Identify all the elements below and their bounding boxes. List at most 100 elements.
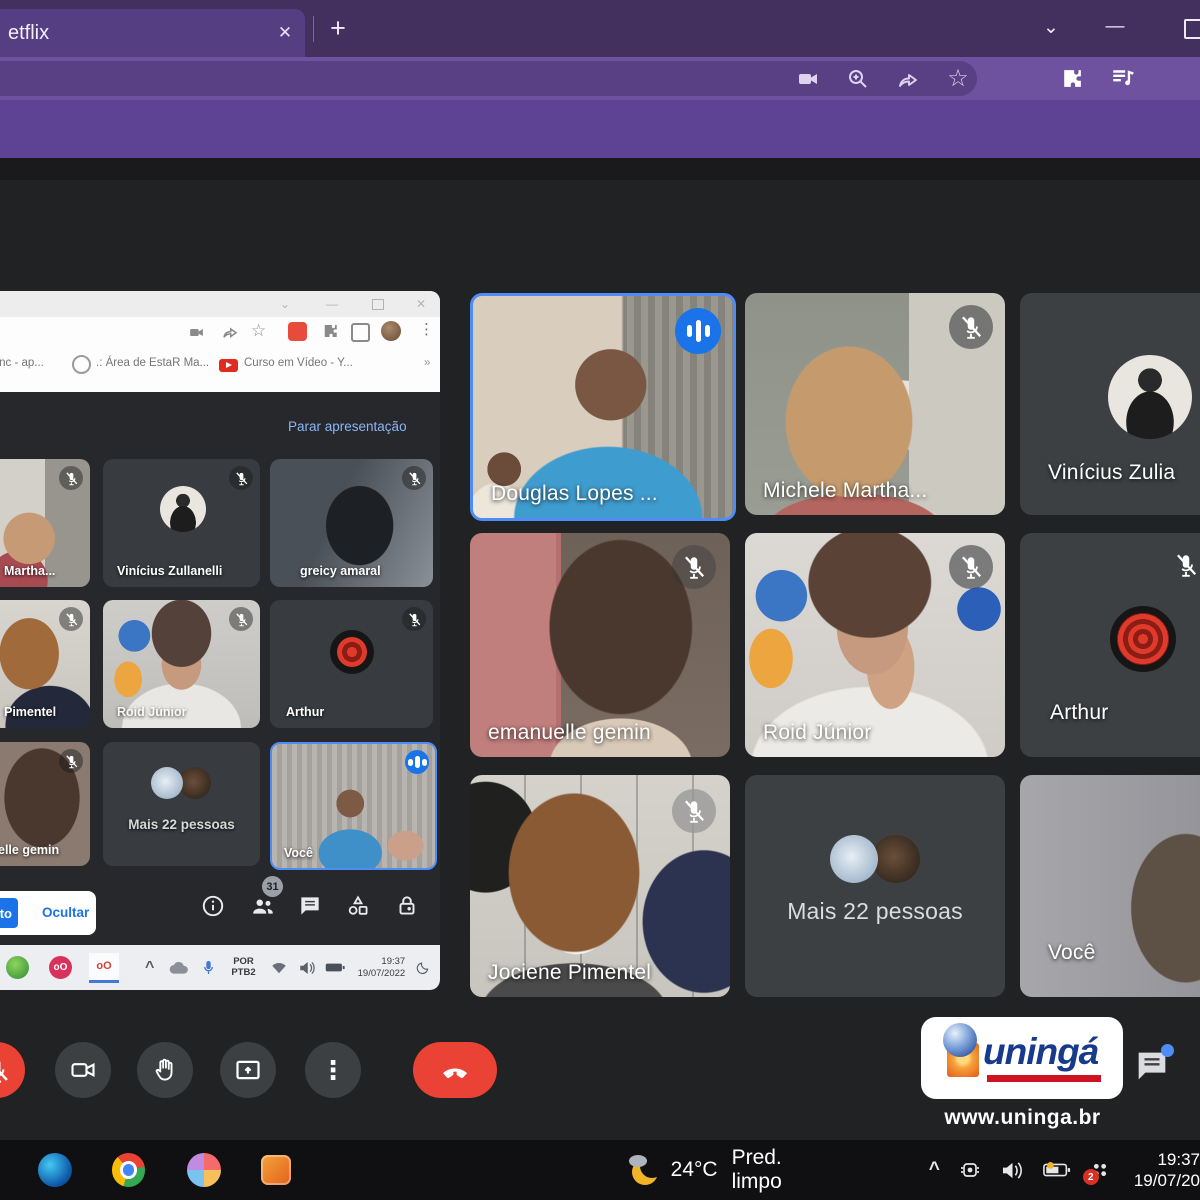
mini-tile-pimentel: Pimentel xyxy=(0,600,90,728)
tray-screen-cast-icon[interactable] xyxy=(958,1158,982,1182)
mic-off-icon xyxy=(0,1056,11,1084)
shared-profile-avatar xyxy=(381,321,401,341)
shared-os-taskbar: oO oO ^ PORPTB2 19:3719/07/2022 xyxy=(0,945,440,990)
tile-roid[interactable]: Roid Júnior xyxy=(745,533,1005,757)
stop-presenting-link: Parar apresentação xyxy=(288,419,407,434)
tile-douglas[interactable]: Douglas Lopes ... xyxy=(470,293,736,521)
raise-hand-button[interactable] xyxy=(137,1042,193,1098)
minimize-window-button[interactable]: — xyxy=(1100,12,1130,42)
mic-off-icon xyxy=(59,466,83,490)
shared-app-icon: oO xyxy=(49,956,72,979)
close-tab-icon[interactable]: ✕ xyxy=(272,20,298,46)
chat-icon xyxy=(295,891,325,921)
uninga-brand: uningá xyxy=(983,1031,1098,1073)
paint-app-icon[interactable] xyxy=(187,1153,221,1187)
taskbar-clock[interactable]: 19:3719/07/20 xyxy=(1134,1149,1200,1192)
mini-tile-arthur: Arthur xyxy=(270,600,433,728)
mic-off-icon xyxy=(949,305,993,349)
tab-search-chevron-icon[interactable]: ⌄ xyxy=(1036,12,1066,42)
bookmark-star-icon[interactable]: ☆ xyxy=(943,63,973,93)
os-taskbar: 24°C Pred. limpo ^ 2 19:3719/07/20 xyxy=(0,1140,1200,1200)
camera-toggle-button[interactable] xyxy=(55,1042,111,1098)
maximize-window-button[interactable] xyxy=(1184,19,1200,39)
browser-toolbar: ☆ xyxy=(0,57,1200,100)
activities-icon xyxy=(343,891,373,921)
popup-button-fragment: nto xyxy=(0,898,18,928)
active-tab[interactable]: etflix ✕ xyxy=(0,9,305,57)
chat-panel-button[interactable] xyxy=(1128,1042,1176,1090)
shared-clock: 19:3719/07/2022 xyxy=(358,956,406,979)
mini-tile-roid: Roid Júnior xyxy=(103,600,260,728)
tile-vinicius[interactable]: Vinícius Zulia xyxy=(1020,293,1200,515)
popup-hide-link: Ocultar xyxy=(42,905,89,920)
participant-avatar xyxy=(1110,606,1176,672)
bookmarks-bar: HUM Projudi - Processo... AUDITORIA ONA … xyxy=(0,100,1200,158)
youtube-icon xyxy=(219,359,238,372)
shared-star-icon: ☆ xyxy=(251,321,266,341)
mini-tile-gemin: elle gemin xyxy=(0,742,90,866)
tray-battery-icon[interactable] xyxy=(1043,1161,1071,1179)
shared-minimize-icon: — xyxy=(326,297,338,311)
tile-mais22[interactable]: Mais 22 pessoas xyxy=(745,775,1005,997)
mic-off-icon xyxy=(229,607,253,631)
mic-off-icon xyxy=(672,789,716,833)
tab-title: etflix xyxy=(0,22,49,45)
orange-app-icon[interactable] xyxy=(261,1155,291,1185)
end-call-button[interactable] xyxy=(413,1042,497,1098)
tab-divider xyxy=(313,16,314,42)
shared-share-icon xyxy=(221,323,239,346)
chat-notification-dot xyxy=(1161,1044,1174,1057)
presentation-tile[interactable]: ⌄ — ✕ ☆ ⋮ linc - ap... .: Área de EstaR … xyxy=(0,291,440,990)
mic-off-icon xyxy=(1168,547,1200,583)
camera-permission-icon[interactable] xyxy=(793,64,823,94)
shared-kebab-icon: ⋮ xyxy=(419,320,434,338)
present-screen-button[interactable] xyxy=(220,1042,276,1098)
uninga-red-bar xyxy=(987,1075,1101,1082)
mic-off-icon xyxy=(59,749,83,773)
overflow-avatar xyxy=(179,767,211,799)
cloud-icon xyxy=(168,960,189,975)
tile-jociene[interactable]: Jociene Pimentel xyxy=(470,775,730,997)
browser-tab-strip: etflix ✕ + ⌄ — xyxy=(0,0,1200,57)
tile-arthur[interactable]: Arthur xyxy=(1020,533,1200,757)
tray-speaker-icon[interactable] xyxy=(1000,1160,1025,1181)
tile-michele[interactable]: Michele Martha... xyxy=(745,293,1005,515)
shared-maximize-icon xyxy=(372,299,384,310)
tray-app-grid-icon[interactable]: 2 xyxy=(1089,1159,1111,1181)
globe-icon xyxy=(72,355,91,374)
mic-off-icon xyxy=(949,545,993,589)
wifi-tray-icon xyxy=(270,961,288,975)
edge-icon[interactable] xyxy=(38,1153,72,1187)
zoom-icon[interactable] xyxy=(843,64,873,94)
tray-caret-icon[interactable]: ^ xyxy=(929,1159,940,1181)
shared-chevron-icon: ⌄ xyxy=(280,297,290,311)
moon-tray-icon xyxy=(416,961,430,975)
shared-camera-icon xyxy=(188,324,205,346)
tile-voce[interactable]: Você xyxy=(1020,775,1200,997)
taskbar-weather-label[interactable]: Pred. limpo xyxy=(732,1146,837,1194)
chrome-icon[interactable] xyxy=(112,1153,146,1187)
shared-side-panel-icon xyxy=(351,323,370,342)
uninga-logo: uningá xyxy=(921,1017,1123,1099)
tile-emanuelle[interactable]: emanuelle gemin xyxy=(470,533,730,757)
more-options-button[interactable]: ⋮ xyxy=(305,1042,361,1098)
mic-tray-icon xyxy=(202,959,215,976)
extensions-puzzle-icon[interactable] xyxy=(1056,63,1086,93)
mic-off-icon xyxy=(672,545,716,589)
share-icon[interactable] xyxy=(893,64,923,94)
playlist-music-icon[interactable] xyxy=(1108,63,1138,93)
battery-tray-icon xyxy=(325,961,345,974)
taskbar-temperature[interactable]: 24°C xyxy=(671,1158,718,1182)
participant-avatar xyxy=(330,630,374,674)
speaker-tray-icon xyxy=(298,960,316,976)
presenting-popup: nto Ocultar xyxy=(0,891,96,935)
weather-icon xyxy=(623,1152,663,1188)
shared-app-icon-active: oO xyxy=(89,953,119,983)
shared-bookmark: .: Área de EstaR Ma... xyxy=(96,357,209,369)
mini-tile-martha: Martha... xyxy=(0,459,90,587)
notification-count-badge: 2 xyxy=(1083,1169,1099,1185)
address-bar[interactable] xyxy=(0,61,977,96)
mic-off-icon xyxy=(402,466,426,490)
new-tab-button[interactable]: + xyxy=(322,12,354,44)
mic-off-icon xyxy=(229,466,253,490)
